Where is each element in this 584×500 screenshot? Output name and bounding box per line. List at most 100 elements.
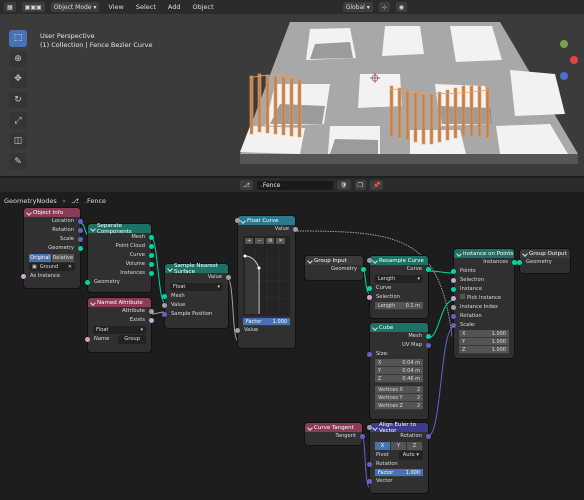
socket-pick-instance[interactable]: Pick Instance xyxy=(451,294,514,303)
socket-sample-position[interactable]: Sample Position xyxy=(162,310,228,319)
snap-icon[interactable]: ⊹ xyxy=(378,2,390,12)
breadcrumb-root[interactable]: GeometryNodes xyxy=(4,197,57,205)
socket-instance-index[interactable]: Instance Index xyxy=(451,303,514,312)
socket-geometry-out[interactable]: Geometry xyxy=(305,265,366,274)
scale-icon[interactable]: ⤢ xyxy=(9,112,27,129)
menu-add[interactable]: Add xyxy=(165,3,184,11)
vertices-z-field[interactable]: Vertices Z 2 xyxy=(375,402,423,410)
axis-z-button[interactable]: Z xyxy=(407,442,423,450)
socket-curve[interactable]: Curve xyxy=(88,251,154,260)
node-align-euler-to-vector[interactable]: Align Euler to Vector Rotation X Y Z Piv… xyxy=(367,422,431,493)
transform-icon[interactable]: ◫ xyxy=(9,132,27,150)
menu-object[interactable]: Object xyxy=(190,3,217,11)
clip-icon[interactable]: ✕ xyxy=(276,238,285,244)
socket-rotation[interactable]: Rotation xyxy=(24,226,83,235)
node-group-input[interactable]: Group Input Geometry xyxy=(305,256,366,280)
axis-y-button[interactable]: Y xyxy=(391,442,407,450)
node-header[interactable]: Separate Components xyxy=(88,223,151,235)
select-box-icon[interactable]: ⬚ xyxy=(9,30,27,47)
node-cube[interactable]: Cube Mesh UV Map Size: X 0.04 m Y 0.04 m Z… xyxy=(367,323,431,419)
menu-view[interactable]: View xyxy=(105,3,126,11)
socket-curve-in[interactable]: Curve xyxy=(367,284,428,293)
pin-icon[interactable]: 📌 xyxy=(369,180,384,190)
curve-settings-icon[interactable]: ⚙ xyxy=(265,238,275,244)
node-sample-nearest-surface[interactable]: Sample Nearest Surface Value Float ▾ Mesh… xyxy=(162,263,231,328)
node-canvas[interactable]: Object Info Location Rotation Scale Geom… xyxy=(0,206,584,500)
orientation-dropdown[interactable]: Global ▾ xyxy=(342,2,373,12)
new-tree-icon[interactable]: ❐ xyxy=(354,180,366,190)
socket-mesh-in[interactable]: Mesh xyxy=(162,292,228,301)
scale-y-field[interactable]: Y 1.000 xyxy=(459,338,509,346)
object-field[interactable]: ▣ Ground ✕ xyxy=(29,263,75,271)
socket-value-out[interactable]: Value xyxy=(238,225,298,234)
socket-points[interactable]: Points xyxy=(451,267,514,276)
socket-as-instance[interactable]: As Instance xyxy=(21,272,80,281)
toggle-relative[interactable]: Relative xyxy=(52,254,75,262)
cursor-icon[interactable]: ⊕ xyxy=(9,50,27,68)
node-group-output[interactable]: Group Output Geometry xyxy=(517,249,570,273)
scale-z-field[interactable]: Z 1.000 xyxy=(459,346,509,354)
move-icon[interactable]: ✥ xyxy=(9,71,27,88)
navigation-gizmo[interactable] xyxy=(560,40,578,80)
socket-geometry[interactable]: Geometry xyxy=(24,244,83,253)
scale-x-field[interactable]: X 1.000 xyxy=(459,330,509,338)
zoom-out-icon[interactable]: − xyxy=(255,238,264,244)
pivot-dropdown[interactable]: Auto ▾ xyxy=(398,451,423,460)
node-tree-icon[interactable]: ⎇ xyxy=(240,180,253,190)
socket-instances-out[interactable]: Instances xyxy=(454,258,517,267)
socket-value-out[interactable]: Value xyxy=(165,273,231,282)
editor-type-button[interactable]: ▦ xyxy=(4,2,16,12)
proportional-edit-icon[interactable]: ◉ xyxy=(395,2,408,12)
mode-dropdown[interactable]: Object Mode ▾ xyxy=(50,2,100,12)
data-type-dropdown[interactable]: Float ▾ xyxy=(93,326,146,334)
size-x-field[interactable]: X 0.04 m xyxy=(375,359,423,367)
socket-exists[interactable]: Exists xyxy=(88,316,154,325)
factor-field[interactable]: Factor 1.000 xyxy=(235,218,290,326)
select-mode-button[interactable]: ▣▣▣ xyxy=(21,2,45,12)
breadcrumb-tree[interactable]: .Fence xyxy=(85,197,106,205)
socket-geometry-in[interactable]: Geometry xyxy=(85,278,151,287)
socket-volume[interactable]: Volume xyxy=(88,260,154,269)
socket-rotation-in[interactable]: Rotation xyxy=(367,460,428,469)
socket-uv-map[interactable]: UV Map xyxy=(370,341,431,350)
node-separate-components[interactable]: Separate Components Mesh Point Cloud Cur… xyxy=(85,223,154,292)
node-header[interactable]: Curve Tangent xyxy=(305,423,362,432)
node-header[interactable]: Align Euler to Vector xyxy=(370,422,428,434)
clear-icon[interactable]: ✕ xyxy=(68,264,72,270)
curve-widget[interactable]: + − ⚙ ✕ xyxy=(243,236,290,316)
node-tree-name-field[interactable]: .Fence xyxy=(256,180,333,190)
socket-instances[interactable]: Instances xyxy=(88,269,154,278)
socket-name[interactable]: Name Group xyxy=(85,335,151,344)
3d-viewport[interactable]: ▦ ▣▣▣ Object Mode ▾ View Select Add Obje… xyxy=(0,0,584,176)
socket-location[interactable]: Location xyxy=(24,217,83,226)
node-curve-tangent[interactable]: Curve Tangent Tangent xyxy=(305,423,365,445)
socket-value-in[interactable]: Value xyxy=(235,326,295,335)
socket-rotation[interactable]: Rotation xyxy=(451,312,514,321)
checkbox-icon[interactable] xyxy=(460,294,465,299)
node-instance-on-points[interactable]: Instance on Points Instances Points Sele… xyxy=(451,249,517,358)
zoom-in-icon[interactable]: + xyxy=(245,238,254,244)
socket-value-in[interactable]: Value xyxy=(162,301,228,310)
socket-scale[interactable]: Scale: xyxy=(451,321,514,330)
node-header[interactable]: Group Output xyxy=(520,249,570,258)
socket-rotation-out[interactable]: Rotation xyxy=(370,432,431,441)
vertices-y-field[interactable]: Vertices Y 2 xyxy=(375,394,423,402)
socket-geometry-in[interactable]: Geometry xyxy=(517,258,570,267)
mode-dropdown[interactable]: Length ▾ xyxy=(375,275,423,283)
socket-tangent[interactable]: Tangent xyxy=(305,432,365,441)
node-header[interactable]: Instance on Points xyxy=(454,249,514,258)
toggle-original[interactable]: Original xyxy=(29,254,52,262)
factor-field[interactable]: Factor 1.000 xyxy=(367,425,423,477)
node-header[interactable]: Cube xyxy=(370,323,428,332)
socket-point-cloud[interactable]: Point Cloud xyxy=(88,242,154,251)
socket-vector[interactable]: Vector xyxy=(367,477,428,486)
socket-selection[interactable]: Selection xyxy=(367,293,428,302)
size-z-field[interactable]: Z 0.46 m xyxy=(375,375,423,383)
axis-y-icon[interactable] xyxy=(560,40,568,48)
socket-instance[interactable]: Instance xyxy=(451,285,514,294)
socket-scale[interactable]: Scale xyxy=(24,235,83,244)
node-header[interactable]: Named Attribute xyxy=(88,298,151,307)
node-object-info[interactable]: Object Info Location Rotation Scale Geom… xyxy=(21,208,83,288)
node-header[interactable]: Float Curve xyxy=(238,216,295,225)
data-type-dropdown[interactable]: Float ▾ xyxy=(170,283,223,291)
